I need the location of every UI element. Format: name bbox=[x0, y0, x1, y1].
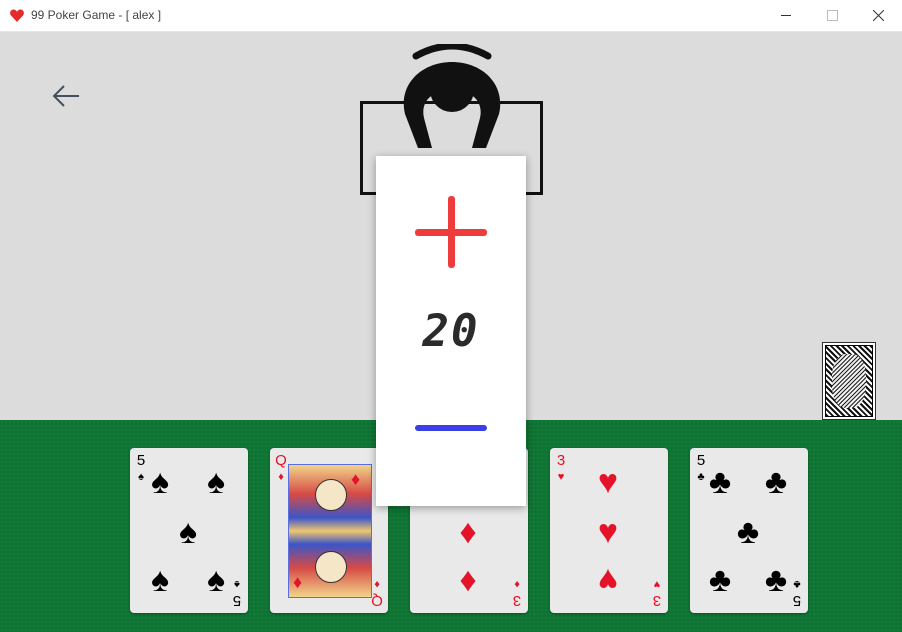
card-suit: ♦ bbox=[278, 471, 284, 483]
club-icon: ♣ bbox=[736, 513, 760, 551]
card-rank: Q bbox=[371, 592, 383, 609]
card-rank: 3 bbox=[556, 452, 566, 469]
arrow-left-icon[interactable] bbox=[50, 80, 82, 112]
card-rank: 5 bbox=[792, 592, 802, 609]
heart-icon bbox=[10, 9, 24, 22]
heart-icon: ♥ bbox=[597, 513, 619, 551]
hand-card-1[interactable]: 5 ♠ ♠ ♠ ♠ ♠ ♠ 5 ♠ bbox=[130, 448, 248, 613]
title-bar: 99 Poker Game - [ alex ] bbox=[0, 0, 902, 32]
heart-icon: ♥ bbox=[597, 463, 619, 501]
card-suit: ♦ bbox=[374, 578, 380, 590]
maximize-icon bbox=[827, 10, 838, 21]
spade-icon: ♠ bbox=[150, 463, 170, 501]
maximize-button[interactable] bbox=[810, 0, 856, 31]
card-suit: ♠ bbox=[234, 578, 240, 590]
club-icon: ♣ bbox=[708, 561, 732, 599]
club-icon: ♣ bbox=[708, 463, 732, 501]
draw-deck[interactable] bbox=[822, 342, 876, 420]
hand-card-4[interactable]: 3 ♥ ♥ ♥ ♥ 3 ♥ bbox=[550, 448, 668, 613]
minimize-icon bbox=[781, 15, 791, 16]
club-icon: ♣ bbox=[764, 463, 788, 501]
card-rank: 3 bbox=[652, 592, 662, 609]
queen-face-art: ♦ ♦ bbox=[288, 464, 372, 598]
window-title: 99 Poker Game - [ alex ] bbox=[31, 8, 162, 22]
card-suit: ♦ bbox=[514, 578, 520, 590]
close-button[interactable] bbox=[856, 0, 902, 31]
close-icon bbox=[873, 10, 884, 21]
card-suit: ♥ bbox=[557, 471, 565, 483]
plus-icon[interactable] bbox=[415, 196, 487, 268]
spade-icon: ♠ bbox=[178, 513, 198, 551]
card-rank: 5 bbox=[232, 592, 242, 609]
minimize-button[interactable] bbox=[764, 0, 810, 31]
value-popup: 20 bbox=[376, 156, 526, 506]
spade-icon: ♠ bbox=[150, 561, 170, 599]
minus-icon[interactable] bbox=[415, 421, 487, 435]
spade-icon: ♠ bbox=[206, 463, 226, 501]
card-rank: 3 bbox=[512, 592, 522, 609]
diamond-icon: ♦ bbox=[459, 561, 477, 599]
diamond-icon: ♦ bbox=[293, 572, 303, 592]
diamond-icon: ♦ bbox=[351, 469, 361, 489]
card-suit: ♥ bbox=[653, 578, 661, 590]
hand-card-2[interactable]: Q ♦ ♦ ♦ Q ♦ bbox=[270, 448, 388, 613]
selected-value: 20 bbox=[422, 306, 480, 357]
diamond-icon: ♦ bbox=[459, 513, 477, 551]
heart-icon: ♥ bbox=[597, 561, 619, 599]
card-back-icon bbox=[825, 345, 873, 417]
hand-card-5[interactable]: 5 ♣ ♣ ♣ ♣ ♣ ♣ 5 ♣ bbox=[690, 448, 808, 613]
card-rank: Q bbox=[275, 452, 287, 469]
card-suit: ♣ bbox=[793, 578, 801, 590]
